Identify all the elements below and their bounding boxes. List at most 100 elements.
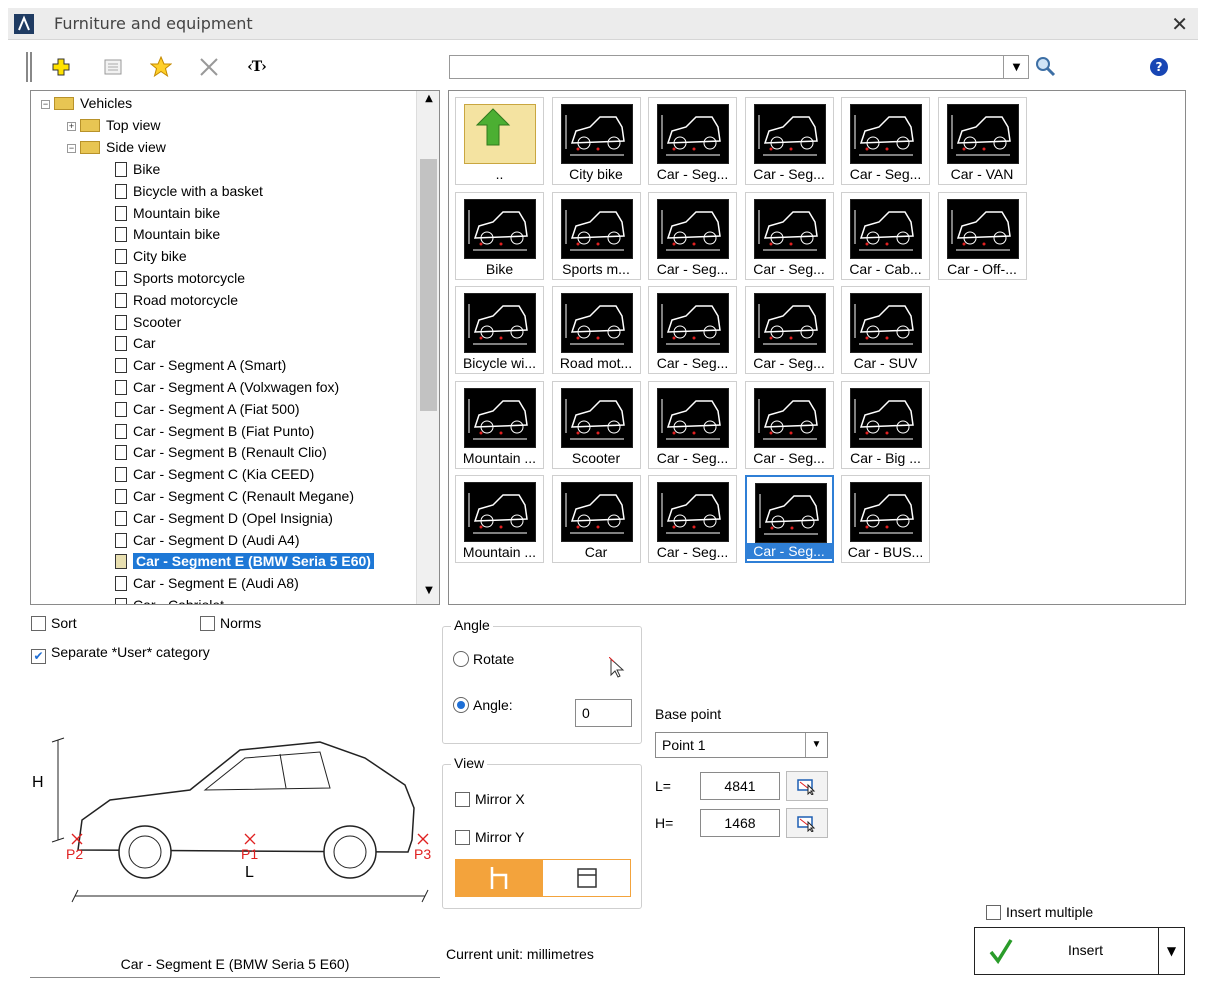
symbol-tile[interactable]: Car - Seg... (744, 475, 834, 563)
tree-item[interactable]: Scooter (115, 312, 181, 333)
symbol-tile[interactable]: Sports m... (551, 191, 641, 280)
tree-item[interactable]: Car - Segment C (Kia CEED) (115, 464, 314, 485)
sort-checkbox[interactable] (31, 616, 46, 631)
symbol-tile[interactable]: Car - SUV (841, 286, 930, 374)
symbol-tile[interactable]: Car - Seg... (648, 380, 737, 469)
mirror-y-option[interactable]: Mirror Y (455, 829, 525, 845)
tree-node-vehicles[interactable]: − Vehicles (41, 93, 132, 114)
tree-item[interactable]: City bike (115, 246, 187, 267)
top-view-toggle[interactable] (543, 860, 630, 896)
search-button[interactable] (1034, 55, 1058, 79)
separate-user-option[interactable]: ✔ Separate *User* category (31, 644, 210, 664)
symbol-tile[interactable]: Car - Seg... (841, 97, 930, 185)
mirror-x-checkbox[interactable] (455, 792, 470, 807)
symbol-tile[interactable]: Road mot... (551, 286, 641, 374)
search-input[interactable] (449, 55, 1029, 79)
close-button[interactable]: ✕ (1171, 12, 1188, 36)
tree-item[interactable]: Road motorcycle (115, 290, 238, 311)
text-tag-button[interactable]: ‹T› (244, 54, 270, 80)
symbol-tile[interactable]: Car - Seg... (744, 380, 834, 469)
tree-item[interactable]: Car - Segment A (Fiat 500) (115, 399, 300, 420)
symbol-tile[interactable]: Car - Seg... (648, 286, 737, 374)
symbol-tile[interactable]: Car - Seg... (744, 286, 834, 374)
symbol-thumbnail (753, 104, 826, 164)
symbol-grid[interactable]: .. City bike Car - Seg... Car - Seg... Car -… (448, 90, 1186, 605)
scroll-down-arrow[interactable]: ▼ (421, 585, 437, 601)
symbol-tile[interactable]: Car - Big ... (841, 380, 930, 469)
scroll-thumb[interactable] (420, 159, 437, 411)
rotate-radio[interactable] (453, 651, 469, 667)
symbol-tile[interactable]: City bike (551, 97, 641, 185)
symbol-tile[interactable]: Scooter (551, 380, 641, 469)
symbol-tile[interactable]: Car (551, 475, 641, 563)
symbol-tile[interactable]: Car - Seg... (744, 97, 834, 185)
norms-option[interactable]: Norms (200, 615, 261, 631)
symbol-tile[interactable]: Car - Seg... (744, 191, 834, 280)
symbol-tile[interactable]: Bicycle wi... (455, 286, 544, 374)
insert-dropdown-button[interactable]: ▼ (1158, 928, 1184, 974)
add-button[interactable] (48, 54, 74, 80)
help-button[interactable]: ? (1150, 58, 1168, 76)
insert-button[interactable]: Insert ▼ (974, 927, 1185, 975)
tree-item[interactable]: Car - Segment C (Renault Megane) (115, 486, 354, 507)
symbol-tile[interactable]: Car - Cab... (841, 191, 930, 280)
symbol-tile[interactable]: Mountain ... (455, 380, 544, 469)
tree-item[interactable]: Car - Segment B (Fiat Punto) (115, 421, 314, 442)
angle-radio[interactable] (453, 697, 469, 713)
symbol-tile[interactable]: Car - Seg... (648, 191, 737, 280)
symbol-tile[interactable]: Car - BUS... (841, 475, 930, 563)
tree-item[interactable]: Bicycle with a basket (115, 181, 263, 202)
insert-multiple-option[interactable]: Insert multiple (986, 904, 1093, 920)
angle-input[interactable]: 0 (575, 699, 632, 727)
favorite-button[interactable] (148, 54, 174, 80)
base-point-select[interactable]: Point 1 ▼ (655, 732, 828, 758)
toolbar-grip[interactable] (26, 52, 32, 82)
tree-item[interactable]: Car - Segment E (Audi A8) (115, 573, 299, 594)
parent-folder-tile[interactable]: .. (455, 97, 544, 185)
insert-multiple-checkbox[interactable] (986, 905, 1001, 920)
expand-icon[interactable]: + (67, 122, 76, 131)
length-input[interactable]: 4841 (700, 772, 780, 800)
pick-length-button[interactable] (786, 771, 828, 801)
tree-scrollbar[interactable]: ▲ ▼ (416, 91, 439, 604)
category-tree[interactable]: − Vehicles + Top view − Side view Bike Bicyc… (30, 90, 440, 605)
pick-height-button[interactable] (786, 808, 828, 838)
mirror-x-option[interactable]: Mirror X (455, 791, 525, 807)
tree-item[interactable]: Car - Segment E (BMW Seria 5 E60) (115, 551, 374, 572)
tree-item[interactable]: Bike (115, 159, 160, 180)
rotate-option[interactable]: Rotate (453, 651, 514, 667)
tree-item[interactable]: Car - Cabriolet (115, 595, 224, 604)
scroll-up-arrow[interactable]: ▲ (421, 93, 437, 109)
collapse-icon[interactable]: − (67, 144, 76, 153)
tree-item[interactable]: Mountain bike (115, 203, 220, 224)
height-input[interactable]: 1468 (700, 809, 780, 837)
collapse-icon[interactable]: − (41, 100, 50, 109)
tree-item[interactable]: Car - Segment B (Renault Clio) (115, 442, 327, 463)
search-dropdown-button[interactable]: ▼ (1003, 55, 1029, 79)
tree-item[interactable]: Car - Segment A (Volxwagen fox) (115, 377, 339, 398)
mirror-y-checkbox[interactable] (455, 830, 470, 845)
tree-node-side-view[interactable]: − Side view (67, 137, 166, 158)
tree-item[interactable]: Car - Segment D (Opel Insignia) (115, 508, 333, 529)
chevron-down-icon[interactable]: ▼ (805, 733, 827, 757)
tree-item[interactable]: Car - Segment A (Smart) (115, 355, 286, 376)
symbol-tile[interactable]: Car - Seg... (648, 97, 737, 185)
tree-node-top-view[interactable]: + Top view (67, 115, 160, 136)
properties-button[interactable] (100, 54, 126, 80)
separate-user-checkbox[interactable]: ✔ (31, 649, 46, 664)
angle-option[interactable]: Angle: (453, 697, 513, 713)
norms-checkbox[interactable] (200, 616, 215, 631)
sort-option[interactable]: Sort (31, 615, 77, 631)
side-view-toggle[interactable] (456, 860, 543, 896)
symbol-tile[interactable]: Bike (455, 191, 544, 280)
tree-item[interactable]: Mountain bike (115, 224, 220, 245)
symbol-tile[interactable]: Car - Seg... (648, 475, 737, 563)
pick-rotation-icon[interactable] (608, 656, 627, 683)
symbol-tile[interactable]: Car - VAN (937, 97, 1027, 185)
delete-button[interactable] (196, 54, 222, 80)
tree-item[interactable]: Car (115, 333, 156, 354)
symbol-tile[interactable]: Car - Off-... (937, 191, 1027, 280)
tree-item[interactable]: Car - Segment D (Audi A4) (115, 530, 300, 551)
symbol-tile[interactable]: Mountain ... (455, 475, 544, 563)
tree-item[interactable]: Sports motorcycle (115, 268, 245, 289)
